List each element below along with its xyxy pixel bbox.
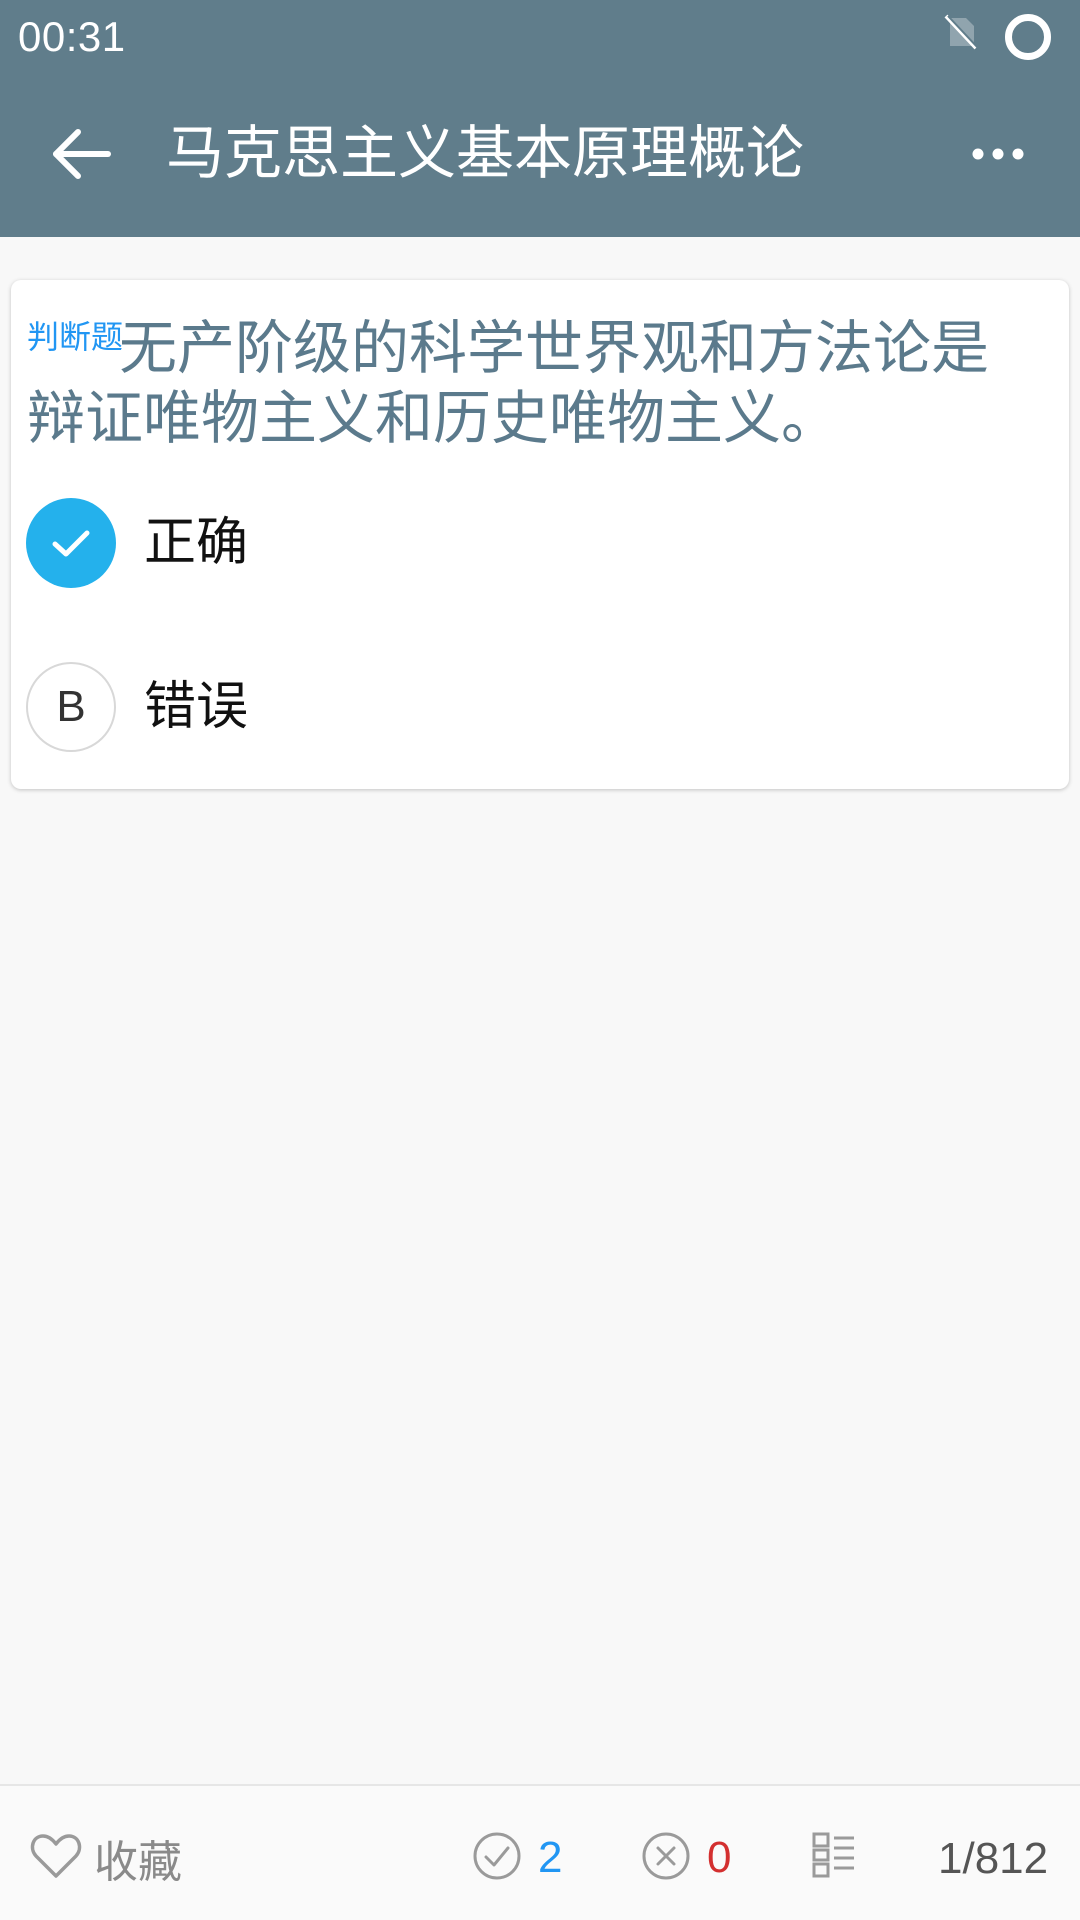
status-circle-icon [1005,14,1051,60]
option-b-letter: B [26,662,116,752]
question-card: 判断题无产阶级的科学世界观和方法论是辩证唯物主义和历史唯物主义。 正确 B 错误 [11,280,1069,789]
status-bar: 00:31 [0,0,1080,74]
app-bar: 马克思主义基本原理概论 [0,74,1080,237]
option-a-label: 正确 [144,513,249,573]
question-type-label: 判断题 [27,318,124,356]
answer-sheet-icon[interactable] [812,1832,856,1883]
more-options-icon[interactable] [968,134,1028,174]
question-progress[interactable]: 1/812 [938,1834,1048,1884]
checkmark-icon [26,498,116,588]
question-text-block: 判断题无产阶级的科学世界观和方法论是辩证唯物主义和历史唯物主义。 [27,302,1047,453]
correct-count-value: 2 [538,1833,563,1882]
option-b[interactable]: B 错误 [26,662,1046,752]
no-sim-icon [944,14,979,55]
heart-icon [30,1832,82,1885]
favorite-label: 收藏 [94,1837,182,1888]
bottom-toolbar: 收藏 2 0 1/812 [0,1784,1080,1920]
option-a[interactable]: 正确 [26,498,1046,588]
status-time: 00:31 [18,13,126,60]
option-b-label: 错误 [144,677,249,737]
wrong-count[interactable]: 0 [641,1830,731,1886]
x-circle-icon [641,1831,691,1886]
correct-count[interactable]: 2 [472,1830,562,1886]
question-text: 无产阶级的科学世界观和方法论是辩证唯物主义和历史唯物主义。 [27,314,990,452]
check-circle-icon [472,1831,522,1886]
favorite-button[interactable]: 收藏 [30,1830,182,1888]
page-title: 马克思主义基本原理概论 [166,119,805,187]
back-arrow-icon[interactable] [48,124,118,184]
wrong-count-value: 0 [707,1833,732,1882]
